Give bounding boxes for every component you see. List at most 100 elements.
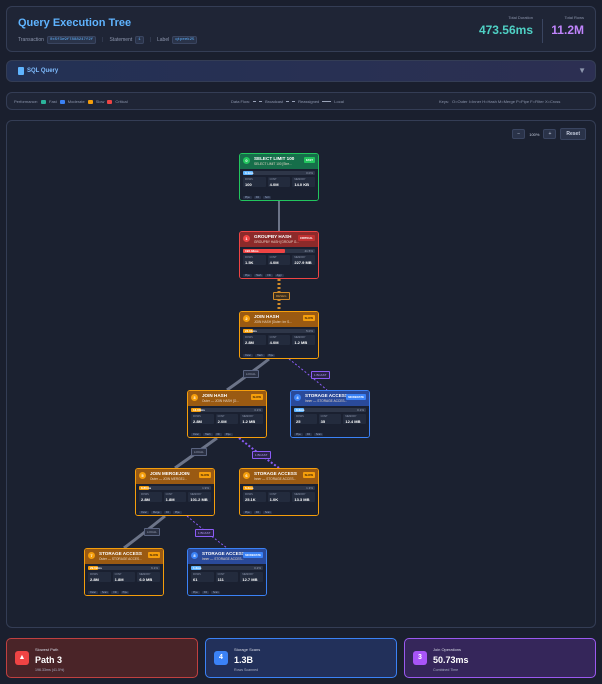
node-time-bar: 8.80ms 1.9% [139, 486, 211, 490]
node-perf-badge: SLOW [147, 552, 160, 558]
reassigned-line [286, 101, 296, 102]
rows-metric-label: ROWS [193, 573, 201, 576]
memory-metric-label: MEMORY [294, 178, 306, 181]
total-rows-value: 11.2M [551, 23, 584, 37]
rows-metric: ROWS 25 [294, 414, 317, 424]
chevron-down-icon[interactable]: ▼ [578, 66, 586, 75]
op-tag: Filt [304, 433, 312, 436]
op-tag: Pipe [243, 274, 252, 277]
memory-metric-label: MEMORY [190, 493, 202, 496]
op-tag: Filt [201, 591, 209, 594]
rows-metric-value: 25 [296, 419, 301, 424]
plan-node-5[interactable]: 5 JOIN MERGEJOIN Outer — JOIN MERGEJ... SLO… [135, 468, 215, 516]
plan-node-6[interactable]: 6 STORAGE ACCESS Inner — STORAGE ACCES... S… [239, 468, 319, 516]
memory-metric: MEMORY 12.4 MB [343, 414, 367, 424]
legend-slow: Slow [95, 99, 105, 104]
node-time-pct: 1.3% [306, 486, 313, 490]
plan-node-1[interactable]: 1 GROUPBY HASH GROUPBY HASH [GROUP G... CRI… [239, 231, 319, 279]
plan-node-7[interactable]: 7 STORAGE ACCESS Outer — STORAGE ACCES... S… [84, 548, 164, 596]
node-subtitle: GROUPBY HASH [GROUP G... [254, 240, 300, 244]
node-number: 7 [88, 552, 95, 559]
legend-bar: Performance: Fast Moderate Slow Critical… [6, 92, 596, 110]
total-rows-stat: Total Rows 11.2M [551, 15, 584, 37]
cost-metric-value: 111 [217, 577, 224, 582]
node-perf-badge: FAST [303, 157, 315, 163]
plan-node-3[interactable]: 3 JOIN HASH Outer — JOIN HASH [O... SLOW 14.… [187, 390, 267, 438]
edge-label-bcast-1: 1 BCAST [252, 451, 271, 459]
rows-metric: ROWS 2.8M [243, 335, 266, 345]
node-metrics: ROWS 1.5K COST 4.0M MEMORY 227.9 MB [243, 255, 316, 265]
node-time: 196.33ms [245, 249, 259, 253]
op-tag: Scan [313, 433, 324, 436]
memory-metric: MEMORY 1.2 MB [292, 335, 316, 345]
node-header: 7 STORAGE ACCESS Outer — STORAGE ACCES... S… [85, 549, 163, 564]
join-operations-card[interactable]: 3 Join Operations 50.73ms Combined Time [404, 638, 596, 678]
rows-metric: ROWS 1.5K [243, 255, 266, 265]
edge-label-bcast-2: 1 BCAST [195, 529, 214, 537]
rows-metric-label: ROWS [245, 178, 253, 181]
node-header: 1 GROUPBY HASH GROUPBY HASH [GROUP G... CRI… [240, 232, 318, 247]
join-count-badge: 3 [413, 651, 427, 665]
memory-metric-label: MEMORY [294, 493, 306, 496]
node-metrics: ROWS 2.8M COST 1.8M MEMORY 6.0 MB [88, 572, 161, 582]
op-tag: Scan [210, 591, 221, 594]
node-header: 4 STORAGE ACCESS Inner — STORAGE ACCES... M… [291, 391, 369, 406]
rows-metric: ROWS 100 [243, 177, 266, 187]
memory-metric: MEMORY 13.3 MB [292, 492, 316, 502]
plan-node-4[interactable]: 4 STORAGE ACCESS Inner — STORAGE ACCES... M… [290, 390, 370, 438]
node-op-tags: Pipe Hash Filt Aggr [243, 274, 284, 277]
sql-query-toggle[interactable]: SQL Query ▼ [6, 60, 596, 82]
node-body: 6.2ms 1.3% ROWS 25.1K COST 1.0K MEMORY 13.3 MB P… [240, 484, 318, 515]
op-tag: Hash [202, 433, 213, 436]
edge-label-local-2: LOCAL [144, 528, 160, 536]
cost-metric-value: 4.0M [269, 260, 279, 265]
moderate-swatch [59, 99, 65, 104]
plan-node-2[interactable]: 2 JOIN HASH JOIN HASH [Outer: Inr S... SLOW… [239, 311, 319, 359]
total-rows-label: Total Rows [564, 15, 584, 20]
memory-metric: MEMORY 12.7 MB [240, 572, 264, 582]
memory-metric-value: 101.2 MB [190, 497, 208, 502]
rows-metric-value: 1.5K [245, 260, 254, 265]
memory-metric-value: 1.2 MB [242, 419, 256, 424]
slow-swatch [87, 99, 93, 104]
op-tag: Pipe [223, 433, 233, 436]
op-tag: Outer [88, 591, 98, 594]
rows-metric-label: ROWS [296, 415, 304, 418]
cost-metric: COST 35 [318, 414, 342, 424]
rows-metric-label: ROWS [193, 415, 201, 418]
keys-legend: Keys: O=Outer I=Inner H=Hash M=Merge P=P… [439, 99, 560, 104]
node-metrics: ROWS 2.8M COST 2.0M MEMORY 1.2 MB [191, 414, 264, 424]
node-perf-badge: MODERATE [243, 552, 263, 558]
op-tag: Merge [150, 511, 162, 514]
node-metrics: ROWS 100 COST 4.0M MEMORY 14.0 KB [243, 177, 316, 187]
legend-broadcast: Broadcast [265, 99, 284, 104]
op-tag: Filt [214, 433, 222, 436]
execution-tree-canvas[interactable]: − 100% + Reset RESEG LOCAL 1 BCAST LOCAL… [6, 120, 596, 628]
node-op-tags: Pipe Filt Scan [191, 591, 221, 594]
node-time-pct: 0.0% [306, 171, 313, 175]
op-tag: Filt [163, 511, 171, 514]
op-tag: Filt [265, 274, 273, 277]
performance-label: Performance: [14, 99, 39, 104]
node-time: 1.2ms [193, 566, 202, 570]
memory-metric-value: 12.4 MB [345, 419, 361, 424]
storage-scans-card[interactable]: 4 Storage Scans 1.3B Rows Scanned [205, 638, 397, 678]
op-tag: Hash [253, 274, 264, 277]
plan-node-0[interactable]: 0 SELECT LIMIT 100 SELECT LIMIT 100 [Stre.… [239, 153, 319, 201]
rows-metric-value: 2.8M [245, 340, 254, 345]
stat-divider [542, 19, 543, 43]
node-time-pct: 41.5% [304, 249, 313, 253]
node-body: 0.2ms 0.1% ROWS 25 COST 35 MEMORY 12.4 MB Pipe Fi… [291, 406, 369, 437]
node-body: 1.2ms 0.2% ROWS 61 COST 111 MEMORY 12.7 MB Pipe F… [188, 564, 266, 595]
cost-metric-value: 2.0M [217, 419, 227, 424]
plan-node-8[interactable]: 8 STORAGE ACCESS Inner — STORAGE ACCES... M… [187, 548, 267, 596]
cost-metric-label: COST [269, 493, 277, 496]
node-number: 3 [191, 394, 198, 401]
node-op-tags: Pipe Filt Scan [294, 433, 324, 436]
node-subtitle: Outer — JOIN HASH [O... [202, 399, 239, 403]
node-header: 2 JOIN HASH JOIN HASH [Outer: Inr S... SLOW [240, 312, 318, 327]
slowest-path-card[interactable]: ▲ Slowest Path Path 3 196.33ms (41.5%) [6, 638, 198, 678]
rows-metric-value: 2.8M [90, 577, 99, 582]
op-tag: Filt [111, 591, 119, 594]
sql-query-label: SQL Query [27, 68, 59, 74]
